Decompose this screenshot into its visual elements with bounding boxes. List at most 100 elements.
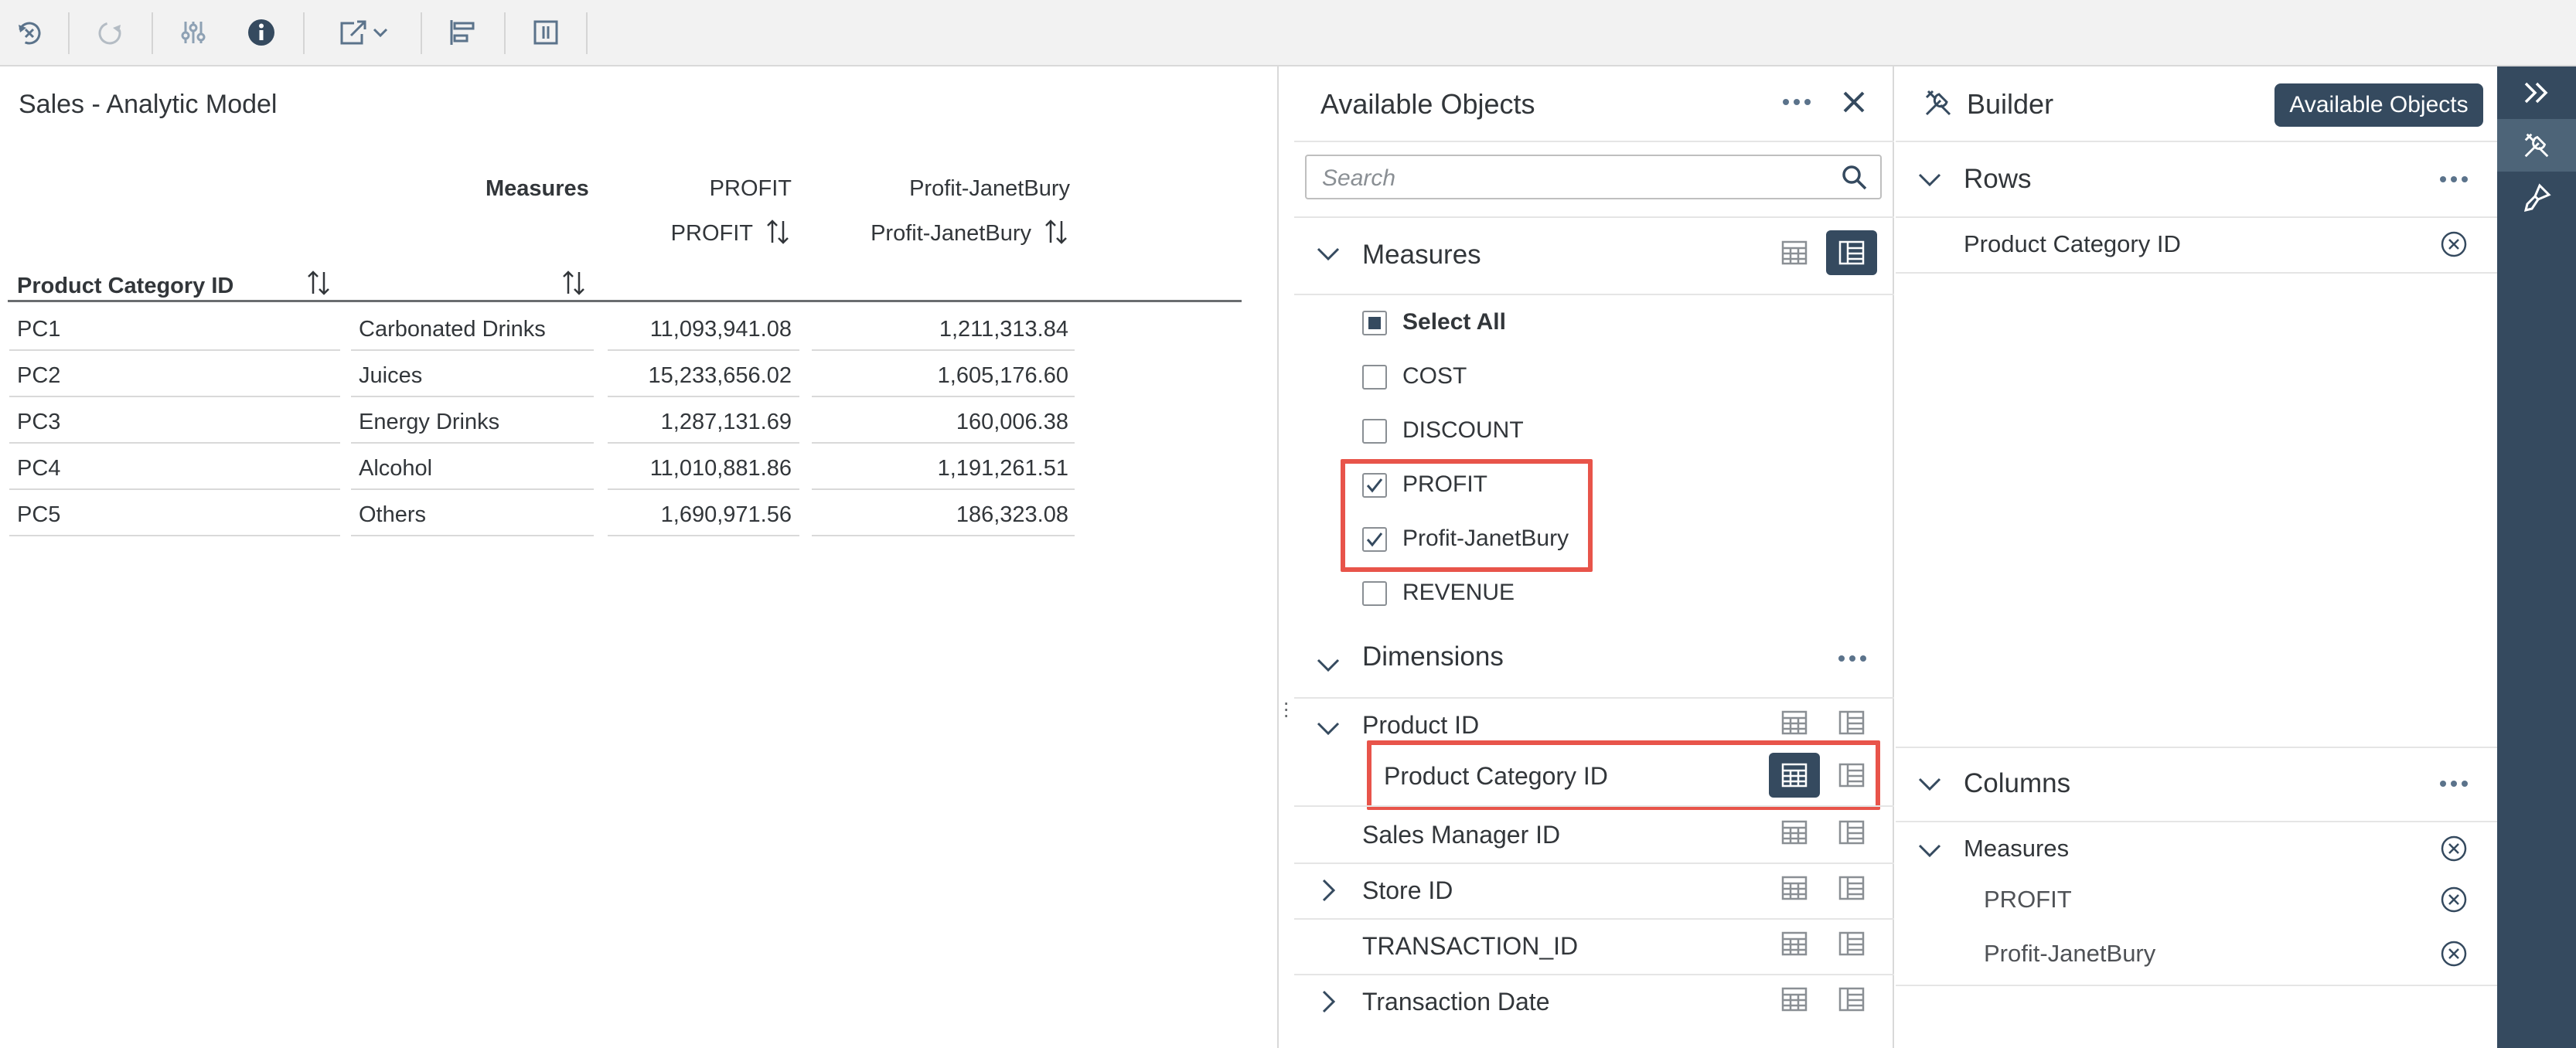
revenue-checkbox[interactable] bbox=[1362, 581, 1387, 606]
add-to-rows-icon[interactable] bbox=[1769, 977, 1820, 1022]
sort-icon[interactable] bbox=[1044, 218, 1068, 246]
tools-icon[interactable] bbox=[2497, 119, 2576, 172]
dimension-sales-manager-id[interactable]: Sales Manager ID bbox=[1362, 821, 1560, 849]
side-rail bbox=[2497, 66, 2576, 1048]
add-to-columns-icon[interactable] bbox=[1826, 977, 1877, 1022]
chevron-down-icon[interactable] bbox=[1316, 657, 1341, 674]
add-to-columns-icon[interactable] bbox=[1826, 866, 1877, 910]
align-icon[interactable] bbox=[441, 11, 484, 54]
toolbar-separator bbox=[303, 12, 305, 54]
remove-icon[interactable] bbox=[2440, 835, 2468, 863]
divider bbox=[1896, 216, 2497, 218]
add-to-columns-icon[interactable] bbox=[1826, 700, 1877, 745]
discount-checkbox[interactable] bbox=[1362, 419, 1387, 444]
double-chevron-right-icon[interactable] bbox=[2497, 66, 2576, 119]
more-options-icon[interactable] bbox=[2438, 172, 2469, 187]
col-header-profit: PROFIT bbox=[709, 176, 792, 201]
chevron-down-icon[interactable] bbox=[1316, 246, 1341, 263]
chevron-down-icon[interactable] bbox=[1316, 720, 1341, 737]
divider bbox=[1294, 294, 1894, 295]
table-cell-janetbury: 186,323.08 bbox=[812, 498, 1075, 536]
available-objects-panel: Available Objects Search Measures Select… bbox=[1294, 66, 1894, 1048]
table-cell-id: PC5 bbox=[9, 498, 340, 536]
measures-header: Measures bbox=[486, 176, 589, 201]
select-all-label: Select All bbox=[1402, 309, 1506, 335]
redo-icon[interactable] bbox=[88, 11, 131, 54]
more-options-icon[interactable] bbox=[2438, 776, 2469, 791]
cost-checkbox[interactable] bbox=[1362, 365, 1387, 390]
divider bbox=[1294, 918, 1894, 920]
undo-icon[interactable] bbox=[8, 11, 51, 54]
remove-icon[interactable] bbox=[2440, 886, 2468, 914]
close-icon[interactable] bbox=[1840, 88, 1868, 116]
sort-icon[interactable] bbox=[306, 269, 331, 297]
rows-item[interactable]: Product Category ID bbox=[1964, 230, 2181, 258]
dimension-product-id[interactable]: Product ID bbox=[1362, 711, 1479, 740]
more-options-icon[interactable] bbox=[1837, 651, 1868, 666]
table-cell-janetbury: 1,191,261.51 bbox=[812, 451, 1075, 490]
divider bbox=[1294, 216, 1894, 218]
toolbar-separator bbox=[586, 12, 588, 54]
available-objects-button[interactable]: Available Objects bbox=[2274, 83, 2483, 127]
dimension-transaction-date[interactable]: Transaction Date bbox=[1362, 988, 1549, 1016]
table-view-icon[interactable] bbox=[1769, 230, 1820, 275]
add-to-columns-icon[interactable] bbox=[1826, 810, 1877, 855]
add-to-rows-icon[interactable] bbox=[1769, 921, 1820, 966]
add-to-rows-icon[interactable] bbox=[1769, 700, 1820, 745]
add-to-columns-icon[interactable] bbox=[1826, 921, 1877, 966]
splitter-handle-icon[interactable]: · · · bbox=[1283, 692, 1290, 726]
list-view-icon[interactable] bbox=[1826, 230, 1877, 275]
toolbar-separator bbox=[421, 12, 422, 54]
remove-icon[interactable] bbox=[2440, 230, 2468, 258]
selection-highlight bbox=[1341, 459, 1593, 572]
columns-group-measures[interactable]: Measures bbox=[1964, 835, 2069, 863]
more-options-icon[interactable] bbox=[1781, 94, 1812, 110]
table-cell-janetbury: 160,006.38 bbox=[812, 405, 1075, 444]
measures-section-label: Measures bbox=[1362, 240, 1481, 270]
table-cell-janetbury: 1,211,313.84 bbox=[812, 312, 1075, 351]
panel-icon[interactable] bbox=[524, 11, 567, 54]
divider bbox=[1896, 821, 2497, 822]
sort-icon[interactable] bbox=[765, 218, 790, 246]
panel-splitter[interactable] bbox=[1277, 66, 1279, 1048]
export-button[interactable] bbox=[325, 11, 402, 54]
chevron-down-icon[interactable] bbox=[1917, 172, 1942, 189]
search-icon[interactable] bbox=[1842, 165, 1868, 191]
remove-icon[interactable] bbox=[2440, 940, 2468, 968]
chevron-right-icon[interactable] bbox=[1320, 878, 1337, 903]
divider bbox=[1896, 141, 2497, 142]
chevron-down-icon[interactable] bbox=[1917, 776, 1942, 793]
info-icon[interactable] bbox=[240, 11, 283, 54]
chevron-down-icon[interactable] bbox=[1917, 842, 1942, 859]
columns-item-profit-janetbury[interactable]: Profit-JanetBury bbox=[1984, 940, 2155, 968]
table-cell-desc: Others bbox=[351, 498, 594, 536]
table-cell-desc: Carbonated Drinks bbox=[351, 312, 594, 351]
filter-settings-icon[interactable] bbox=[172, 11, 215, 54]
table-cell-janetbury: 1,605,176.60 bbox=[812, 359, 1075, 397]
dimension-store-id[interactable]: Store ID bbox=[1362, 876, 1453, 905]
add-to-rows-icon[interactable] bbox=[1769, 866, 1820, 910]
columns-item-profit[interactable]: PROFIT bbox=[1984, 886, 2072, 914]
dimension-transaction-id[interactable]: TRANSACTION_ID bbox=[1362, 932, 1578, 961]
divider bbox=[1294, 805, 1894, 807]
columns-section-label: Columns bbox=[1964, 768, 2071, 798]
add-to-rows-icon[interactable] bbox=[1769, 810, 1820, 855]
toolbar-separator bbox=[152, 12, 153, 54]
divider bbox=[1294, 697, 1894, 699]
paint-brush-icon[interactable] bbox=[2497, 172, 2576, 224]
sort-icon[interactable] bbox=[561, 269, 586, 297]
col-header-janetbury: Profit-JanetBury bbox=[909, 176, 1070, 201]
chevron-right-icon[interactable] bbox=[1320, 989, 1337, 1014]
search-input[interactable]: Search bbox=[1305, 155, 1882, 199]
selection-highlight bbox=[1367, 740, 1880, 810]
toolbar bbox=[0, 0, 2576, 66]
table-header-divider bbox=[8, 300, 1242, 302]
builder-title: Builder bbox=[1967, 88, 2054, 120]
divider bbox=[1896, 747, 2497, 748]
tools-icon bbox=[1922, 87, 1954, 119]
divider bbox=[1896, 272, 2497, 274]
select-all-checkbox[interactable] bbox=[1362, 311, 1387, 335]
export-icon bbox=[340, 20, 366, 45]
table-cell-id: PC3 bbox=[9, 405, 340, 444]
divider bbox=[1294, 974, 1894, 975]
